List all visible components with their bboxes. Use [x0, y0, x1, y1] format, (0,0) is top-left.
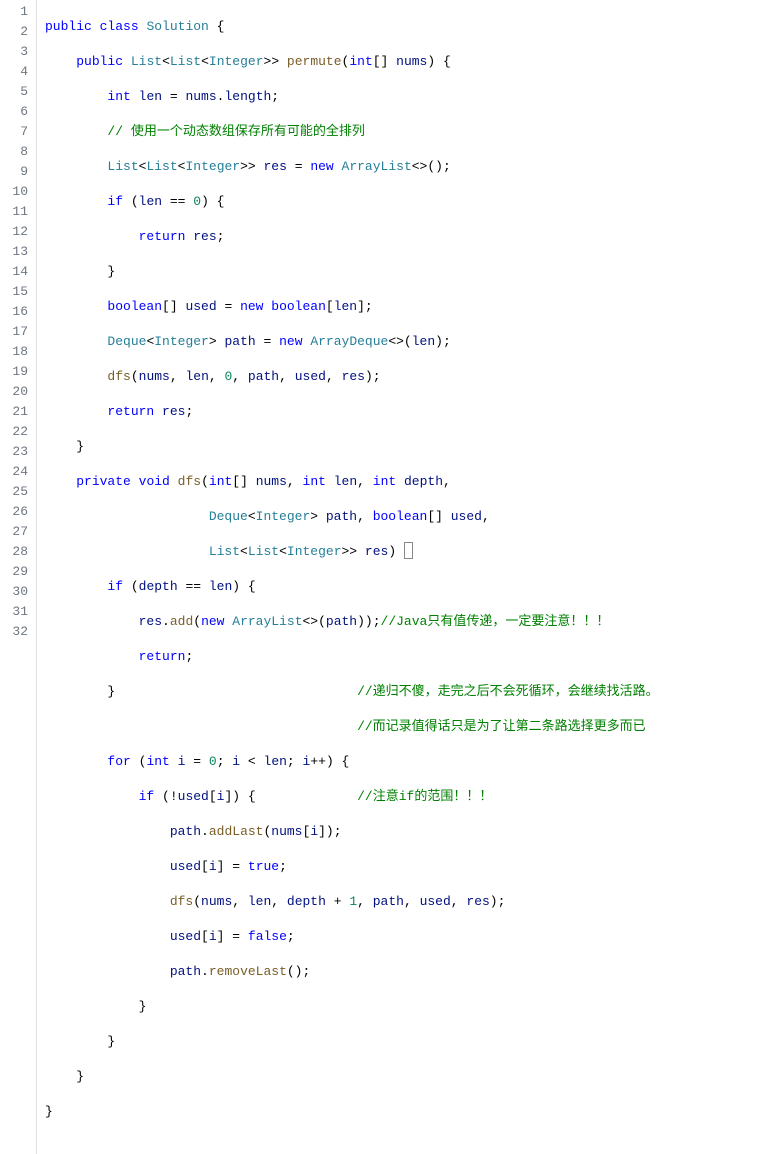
code-line: Deque<Integer> path = new ArrayDeque<>(l…: [45, 332, 776, 352]
code-line: return res;: [45, 402, 776, 422]
code-line: List<List<Integer>> res = new ArrayList<…: [45, 157, 776, 177]
line-number: 18: [4, 342, 28, 362]
code-line: if (len == 0) {: [45, 192, 776, 212]
code-line: if (depth == len) {: [45, 577, 776, 597]
code-line: // 使用一个动态数组保存所有可能的全排列: [45, 122, 776, 142]
code-line: private void dfs(int[] nums, int len, in…: [45, 472, 776, 492]
line-number: 11: [4, 202, 28, 222]
cursor-icon: [404, 542, 413, 559]
code-line: }: [45, 1032, 776, 1052]
line-number: 6: [4, 102, 28, 122]
line-number: 15: [4, 282, 28, 302]
line-number: 24: [4, 462, 28, 482]
code-line: path.removeLast();: [45, 962, 776, 982]
line-number: 14: [4, 262, 28, 282]
code-line: Deque<Integer> path, boolean[] used,: [45, 507, 776, 527]
line-number: 5: [4, 82, 28, 102]
code-line: return res;: [45, 227, 776, 247]
code-line: } //递归不傻，走完之后不会死循环，会继续找活路。: [45, 682, 776, 702]
line-number: 9: [4, 162, 28, 182]
code-line: }: [45, 997, 776, 1017]
code-editor: 1 2 3 4 5 6 7 8 9 10 11 12 13 14 15 16 1…: [0, 0, 776, 1154]
code-line: boolean[] used = new boolean[len];: [45, 297, 776, 317]
line-number: 21: [4, 402, 28, 422]
line-number: 31: [4, 602, 28, 622]
code-line: dfs(nums, len, 0, path, used, res);: [45, 367, 776, 387]
line-number: 20: [4, 382, 28, 402]
code-line: List<List<Integer>> res): [45, 542, 776, 562]
code-line: //而记录值得话只是为了让第二条路选择更多而已: [45, 717, 776, 737]
line-number: 25: [4, 482, 28, 502]
code-line: if (!used[i]) { //注意if的范围！！！: [45, 787, 776, 807]
line-number: 23: [4, 442, 28, 462]
code-line: used[i] = true;: [45, 857, 776, 877]
line-number: 17: [4, 322, 28, 342]
code-line: dfs(nums, len, depth + 1, path, used, re…: [45, 892, 776, 912]
line-number: 1: [4, 2, 28, 22]
line-number: 4: [4, 62, 28, 82]
line-number: 22: [4, 422, 28, 442]
code-line: public class Solution {: [45, 17, 776, 37]
code-line: return;: [45, 647, 776, 667]
code-line: res.add(new ArrayList<>(path));//Java只有值…: [45, 612, 776, 632]
line-number: 19: [4, 362, 28, 382]
code-line: public List<List<Integer>> permute(int[]…: [45, 52, 776, 72]
line-number: 12: [4, 222, 28, 242]
code-line: }: [45, 437, 776, 457]
code-line: }: [45, 1102, 776, 1122]
code-line: path.addLast(nums[i]);: [45, 822, 776, 842]
line-number: 26: [4, 502, 28, 522]
code-area[interactable]: public class Solution { public List<List…: [37, 0, 776, 1154]
line-number: 3: [4, 42, 28, 62]
line-number: 27: [4, 522, 28, 542]
line-number: 32: [4, 622, 28, 642]
line-number: 30: [4, 582, 28, 602]
line-number: 8: [4, 142, 28, 162]
line-number: 10: [4, 182, 28, 202]
code-line: }: [45, 1067, 776, 1087]
code-line: for (int i = 0; i < len; i++) {: [45, 752, 776, 772]
line-number: 7: [4, 122, 28, 142]
line-number: 13: [4, 242, 28, 262]
line-number-gutter: 1 2 3 4 5 6 7 8 9 10 11 12 13 14 15 16 1…: [0, 0, 37, 1154]
line-number: 16: [4, 302, 28, 322]
line-number: 2: [4, 22, 28, 42]
code-line: }: [45, 262, 776, 282]
code-line: used[i] = false;: [45, 927, 776, 947]
line-number: 28: [4, 542, 28, 562]
line-number: 29: [4, 562, 28, 582]
code-line: int len = nums.length;: [45, 87, 776, 107]
